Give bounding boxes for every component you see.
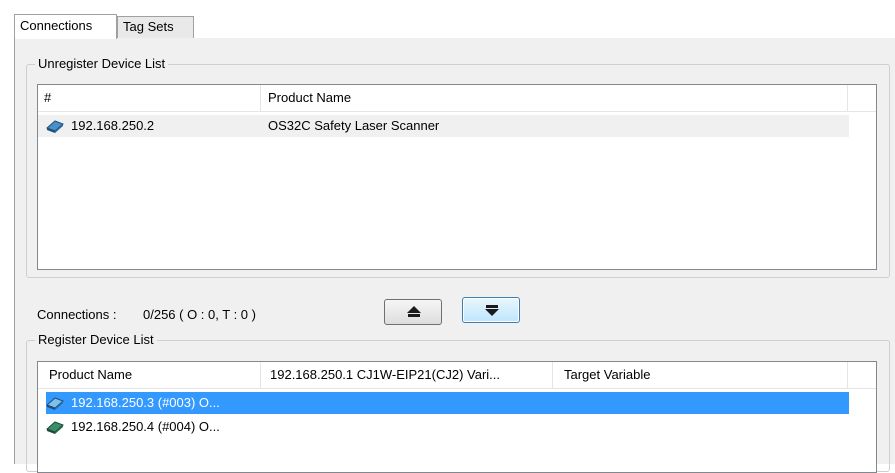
column-header-originator[interactable]: 192.168.250.1 CJ1W-EIP21(CJ2) Vari... — [261, 362, 553, 388]
tab-connections[interactable]: Connections — [14, 14, 117, 39]
tab-tag-sets-label: Tag Sets — [123, 19, 174, 34]
register-device-list[interactable]: Product Name 192.168.250.1 CJ1W-EIP21(CJ… — [37, 361, 877, 473]
device-product-name: OS32C Safety Laser Scanner — [268, 118, 440, 133]
column-header-number[interactable]: # — [38, 85, 261, 111]
arrow-up-icon — [485, 305, 499, 316]
registered-device-name: 192.168.250.4 (#004) O... — [71, 419, 220, 434]
device-address: 192.168.250.2 — [71, 118, 155, 133]
column-header-filler — [848, 362, 876, 388]
network-device-icon — [46, 397, 64, 410]
list-item[interactable]: 192.168.250.4 (#004) O... — [46, 416, 849, 438]
column-header-product-name[interactable]: Product Name — [261, 85, 848, 111]
list-item[interactable]: 192.168.250.3 (#003) O... — [46, 392, 849, 414]
register-group-title: Register Device List — [35, 332, 157, 348]
register-list-header: Product Name 192.168.250.1 CJ1W-EIP21(CJ… — [38, 362, 876, 389]
unregister-device-button[interactable] — [462, 297, 520, 323]
connections-value: 0/256 ( O : 0, T : 0 ) — [143, 307, 256, 322]
list-item[interactable]: 192.168.250.2 OS32C Safety Laser Scanner — [38, 115, 849, 137]
unregister-group-title: Unregister Device List — [35, 56, 169, 72]
register-device-button[interactable] — [384, 299, 442, 325]
network-device-icon — [46, 421, 64, 434]
tab-tag-sets[interactable]: Tag Sets — [117, 16, 194, 38]
network-device-icon — [46, 120, 64, 133]
connections-label: Connections : — [37, 307, 117, 322]
unregister-device-list[interactable]: # Product Name 192.168.250.2 OS32C Safet… — [37, 84, 877, 270]
column-header-target-variable[interactable]: Target Variable — [553, 362, 848, 388]
column-header-product-name[interactable]: Product Name — [38, 362, 261, 388]
tab-connections-label: Connections — [20, 18, 93, 33]
unregister-list-header: # Product Name — [38, 85, 876, 112]
registered-device-name: 192.168.250.3 (#003) O... — [71, 395, 220, 410]
arrow-down-icon — [407, 306, 421, 317]
column-header-filler — [848, 85, 876, 111]
